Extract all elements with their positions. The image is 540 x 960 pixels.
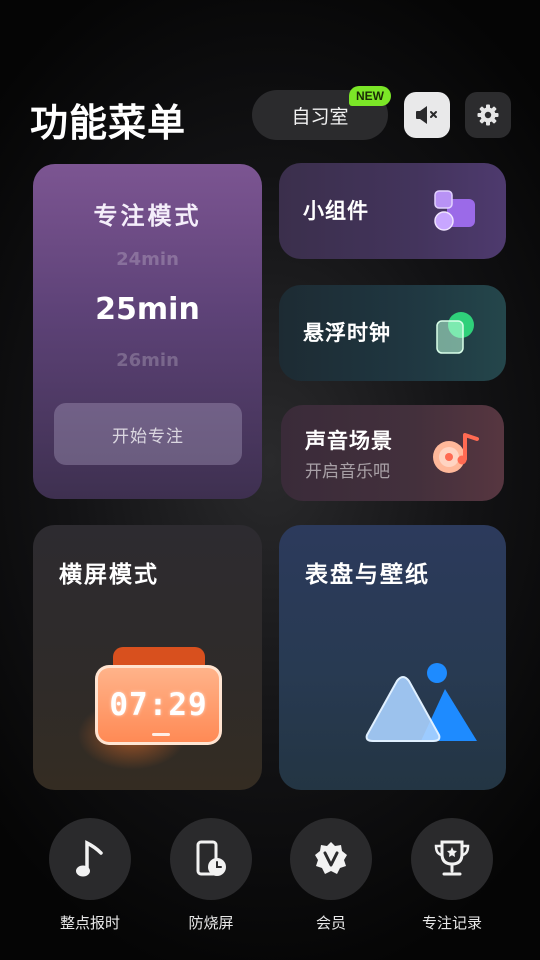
widgets-title: 小组件: [303, 199, 369, 223]
floating-window-icon: [436, 312, 474, 354]
time-option-prev[interactable]: 24min: [33, 249, 262, 270]
floating-clock-title: 悬浮时钟: [303, 321, 391, 345]
widget-shapes-icon: [434, 190, 475, 231]
membership-label: 会员: [315, 914, 346, 932]
mute-button[interactable]: [404, 92, 450, 138]
time-option-next[interactable]: 26min: [33, 350, 262, 371]
sound-scene-title: 声音场景: [305, 429, 393, 453]
study-room-label: 自习室: [291, 105, 349, 128]
mountain-picture-icon: [365, 663, 477, 742]
hourly-chime-label: 整点报时: [59, 914, 120, 932]
page-title: 功能菜单: [30, 101, 187, 145]
landscape-clock-time: 07:29: [109, 687, 208, 723]
dial-wallpaper-card[interactable]: 表盘与壁纸: [279, 525, 506, 790]
start-focus-button[interactable]: 开始专注: [54, 403, 242, 465]
new-badge: NEW: [349, 86, 391, 106]
membership-button[interactable]: [290, 818, 372, 900]
vip-badge-icon: [315, 842, 347, 874]
hourly-chime-button[interactable]: [49, 818, 131, 900]
trophy-icon: [434, 840, 470, 876]
landscape-mode-title: 横屏模式: [59, 562, 159, 588]
burn-in-label: 防烧屏: [188, 914, 234, 932]
bottom-nav-membership[interactable]: 会员: [290, 818, 372, 933]
bottom-nav-hourly-chime[interactable]: 整点报时: [49, 818, 131, 933]
sound-scene-subtitle: 开启音乐吧: [305, 462, 390, 482]
widgets-card[interactable]: 小组件: [279, 163, 506, 259]
speaker-muted-icon: [416, 106, 437, 124]
dial-wallpaper-title: 表盘与壁纸: [305, 562, 430, 588]
landscape-clock-illustration: 07:29: [95, 665, 222, 745]
time-option-current[interactable]: 25min: [33, 292, 262, 327]
bottom-nav-burn-in[interactable]: 防烧屏: [170, 818, 252, 933]
focus-record-button[interactable]: [411, 818, 493, 900]
focus-record-label: 专注记录: [421, 914, 482, 932]
sound-scene-card[interactable]: 声音场景 开启音乐吧: [281, 405, 504, 501]
burn-in-button[interactable]: [170, 818, 252, 900]
phone-clock-icon: [196, 840, 226, 876]
focus-mode-title: 专注模式: [93, 202, 202, 230]
floating-clock-card[interactable]: 悬浮时钟: [279, 285, 506, 381]
clock-indicator: [152, 733, 170, 736]
music-note-icon: [76, 840, 103, 877]
landscape-mode-card[interactable]: 横屏模式 07:29: [33, 525, 262, 790]
gear-icon: [477, 104, 499, 126]
focus-mode-card[interactable]: 专注模式 24min 25min 26min 开始专注: [33, 164, 262, 499]
music-record-icon: [433, 433, 479, 473]
start-focus-label: 开始专注: [112, 426, 184, 447]
bottom-nav-focus-record[interactable]: 专注记录: [411, 818, 493, 933]
settings-button[interactable]: [465, 92, 511, 138]
